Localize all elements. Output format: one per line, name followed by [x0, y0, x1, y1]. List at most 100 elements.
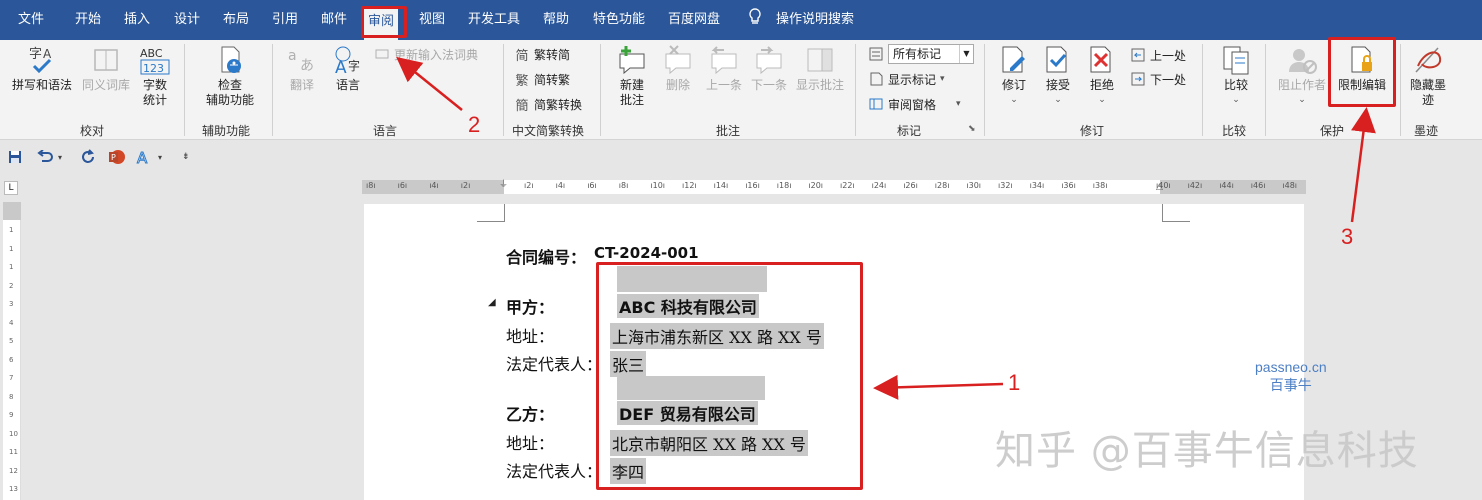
text-effects-dropdown-chevron-icon[interactable]: ▾	[158, 149, 162, 165]
translate-button[interactable]: aあ 翻译	[282, 44, 322, 93]
party-b-rep-label: 法定代表人：	[506, 462, 603, 481]
undo-dropdown-chevron-icon[interactable]: ▾	[58, 149, 62, 165]
ruler-tick-label: ı48ı	[1282, 181, 1298, 190]
show-comments-icon	[804, 44, 836, 76]
previous-comment-button[interactable]: 上一条	[702, 44, 746, 93]
tell-me-search[interactable]: 操作说明搜索	[776, 0, 854, 40]
next-change-button[interactable]: 下一处	[1130, 69, 1186, 89]
tab-insert[interactable]: 插入	[124, 0, 150, 40]
vertical-ruler-tick-label: 8	[9, 392, 14, 401]
previous-change-button[interactable]: 上一处	[1130, 45, 1186, 65]
block-authors-icon	[1286, 44, 1318, 76]
delete-comment-button[interactable]: 删除	[658, 44, 698, 93]
chevron-down-icon: ⌄	[1054, 95, 1062, 105]
compare-icon	[1220, 44, 1252, 76]
separator	[600, 44, 601, 136]
text-effects-icon[interactable]: A	[136, 149, 152, 165]
separator	[855, 44, 856, 136]
tab-developer[interactable]: 开发工具	[468, 0, 520, 40]
ruler-tick-label: ı2ı	[524, 181, 534, 190]
tab-design[interactable]: 设计	[174, 0, 200, 40]
accept-label: 接受	[1045, 78, 1070, 92]
vertical-ruler-tick-label: 4	[9, 318, 14, 327]
vertical-ruler[interactable]: 111234567891011121314	[3, 202, 21, 500]
language-button[interactable]: A字 语言	[328, 44, 368, 93]
new-comment-icon	[616, 44, 648, 76]
separator	[1265, 44, 1266, 136]
traditional-to-simplified-button[interactable]: 简 繁转简	[514, 44, 570, 64]
repeat-icon[interactable]	[80, 149, 96, 165]
ruler-tick-label: ı38ı	[1092, 181, 1108, 190]
markup-mode-select[interactable]: 所有标记 ▼	[888, 44, 974, 64]
word-count-label-1: 字数	[142, 78, 167, 92]
language-icon: A字	[332, 44, 364, 76]
separator	[1202, 44, 1203, 136]
separator	[503, 44, 504, 136]
previous-change-label: 上一处	[1150, 48, 1187, 63]
svg-text:あ: あ	[300, 58, 314, 74]
vertical-ruler-tick-label: 1	[9, 263, 14, 271]
party-b-address-label: 地址：	[506, 434, 555, 453]
party-a-label: 甲方：	[506, 298, 555, 317]
hide-ink-button[interactable]: 隐藏墨 迹	[1406, 44, 1450, 108]
compare-button[interactable]: 比较 ⌄	[1216, 44, 1256, 108]
chevron-down-icon: ▾	[956, 99, 961, 109]
svg-text:A: A	[137, 149, 148, 165]
thesaurus-button[interactable]: 同义词库	[78, 44, 134, 93]
dialog-launcher-icon[interactable]: ⬊	[968, 124, 976, 134]
previous-comment-icon	[708, 44, 740, 76]
tab-file[interactable]: 文件	[18, 0, 44, 40]
powerpoint-icon[interactable]: P	[108, 149, 126, 165]
block-authors-button[interactable]: 阻止作者 ⌄	[1274, 44, 1330, 108]
new-comment-button[interactable]: 新建 批注	[612, 44, 652, 108]
track-changes-button[interactable]: 修订 ⌄	[996, 44, 1032, 108]
word-count-button[interactable]: ABC 123 字数 统计	[136, 44, 174, 108]
tell-me-lightbulb-icon	[748, 0, 762, 40]
traditional-to-simplified-icon: 简	[515, 48, 529, 64]
dictionary-icon	[374, 46, 390, 62]
tab-home[interactable]: 开始	[75, 0, 101, 40]
horizontal-ruler[interactable]: ı8ı ı6ı ı4ı ı2ı ı2ı ı4ı ı6ı ı8ı ı10ı ı12ı ı14ı ı16ı…	[362, 180, 1306, 194]
customize-toolbar-icon[interactable]: ⇟	[182, 149, 190, 165]
group-label-language: 语言	[373, 124, 398, 138]
hide-ink-label-1: 隐藏墨	[1409, 78, 1446, 92]
tab-mailings[interactable]: 邮件	[321, 0, 347, 40]
markup-display-dropdown[interactable]	[868, 44, 884, 64]
ruler-tick-label: ı36ı	[1061, 181, 1076, 190]
spelling-icon: 字A	[26, 44, 58, 76]
ruler-tick-label: ı6ı	[587, 181, 597, 190]
tab-view[interactable]: 视图	[419, 0, 445, 40]
tab-help[interactable]: 帮助	[543, 0, 569, 40]
accept-button[interactable]: 接受 ⌄	[1040, 44, 1076, 108]
previous-comment-label: 上一条	[705, 78, 742, 92]
spelling-grammar-button[interactable]: 字A 拼写和语法	[8, 44, 76, 93]
tab-references[interactable]: 引用	[272, 0, 298, 40]
annotation-box-content	[596, 262, 863, 490]
chinese-conversion-button[interactable]: 簡 简繁转换	[514, 94, 582, 114]
vertical-ruler-tick-label: 1	[9, 226, 14, 234]
separator	[1400, 44, 1401, 136]
simplified-to-traditional-button[interactable]: 繁 简转繁	[514, 69, 570, 89]
group-label-changes: 修订	[1080, 124, 1105, 138]
next-comment-button[interactable]: 下一条	[747, 44, 791, 93]
reviewing-pane-dropdown[interactable]: 审阅窗格 ▾	[868, 94, 961, 114]
ruler-tick-label: ı18ı	[776, 181, 792, 190]
show-markup-dropdown[interactable]: 显示标记 ▾	[868, 69, 945, 89]
show-comments-button[interactable]: 显示批注	[793, 44, 847, 93]
save-icon[interactable]	[8, 149, 22, 165]
update-ime-dictionary-button[interactable]: 更新输入法词典	[374, 44, 478, 64]
svg-text:字: 字	[29, 47, 42, 62]
indent-marker-icon[interactable]: ⏚	[499, 177, 508, 190]
quick-access-toolbar: ▾ P A ▾ ⇟	[0, 141, 1482, 173]
check-accessibility-button[interactable]: 检查 辅助功能	[196, 44, 264, 108]
tab-special-features[interactable]: 特色功能	[593, 0, 645, 40]
collapse-triangle-icon[interactable]: ◢	[488, 297, 496, 308]
undo-icon[interactable]	[36, 149, 54, 165]
tab-selector-icon[interactable]: L	[4, 181, 18, 195]
simplified-to-traditional-icon: 繁	[515, 73, 529, 89]
tab-baidu-netdisk[interactable]: 百度网盘	[668, 0, 720, 40]
tab-layout[interactable]: 布局	[223, 0, 249, 40]
reject-button[interactable]: 拒绝 ⌄	[1084, 44, 1120, 108]
right-indent-marker-icon[interactable]: △	[1156, 182, 1163, 192]
track-changes-icon	[998, 44, 1030, 76]
